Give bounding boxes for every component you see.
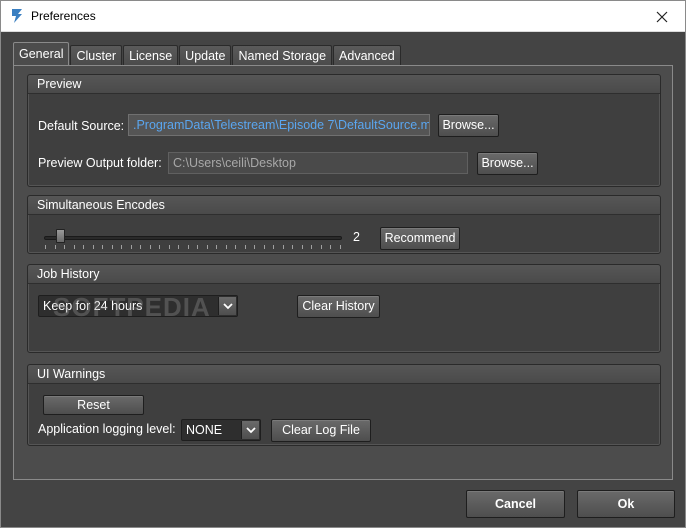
slider-tick	[83, 245, 84, 249]
general-tab-panel: Preview Default Source: .ProgramData\Tel…	[13, 65, 673, 480]
close-button[interactable]	[639, 1, 685, 32]
tab-bar: General Cluster License Update Named Sto…	[13, 42, 402, 66]
job-history-dropdown[interactable]: Keep for 24 hours	[38, 295, 238, 317]
encodes-slider-thumb[interactable]	[56, 229, 65, 243]
slider-tick	[235, 245, 236, 249]
slider-tick	[64, 245, 65, 249]
slider-tick	[330, 245, 331, 249]
slider-tick	[225, 245, 227, 249]
dialog-body: General Cluster License Update Named Sto…	[1, 32, 685, 527]
clear-history-button[interactable]: Clear History	[297, 295, 380, 318]
default-source-field[interactable]: .ProgramData\Telestream\Episode 7\Defaul…	[128, 114, 430, 136]
slider-tick	[121, 245, 122, 249]
preview-header: Preview	[28, 75, 660, 94]
slider-tick	[178, 245, 179, 249]
chevron-down-icon	[218, 297, 236, 315]
slider-tick	[92, 245, 94, 249]
logging-level-label: Application logging level:	[38, 422, 176, 436]
tab-general[interactable]: General	[13, 42, 70, 66]
slider-tick	[187, 245, 189, 249]
encodes-slider-ticks	[45, 245, 343, 249]
slider-tick	[216, 245, 217, 249]
job-history-selected: Keep for 24 hours	[43, 299, 143, 313]
slider-tick	[273, 245, 274, 249]
logging-level-selected: NONE	[186, 423, 223, 437]
slider-tick	[292, 245, 293, 249]
ui-warnings-header: UI Warnings	[28, 365, 660, 384]
tab-advanced[interactable]: Advanced	[333, 45, 401, 66]
simultaneous-encodes-header: Simultaneous Encodes	[28, 196, 660, 215]
slider-tick	[140, 245, 141, 249]
slider-tick	[102, 245, 103, 249]
slider-tick	[73, 245, 75, 249]
simultaneous-encodes-group: Simultaneous Encodes 2 Recommend	[27, 195, 661, 254]
preview-output-browse-button[interactable]: Browse...	[477, 152, 538, 175]
logging-level-dropdown[interactable]: NONE	[181, 419, 261, 441]
encodes-slider-track[interactable]	[44, 236, 342, 240]
title-bar: Preferences	[1, 1, 685, 32]
slider-tick	[149, 245, 151, 249]
slider-tick	[311, 245, 312, 249]
slider-tick	[197, 245, 198, 249]
default-source-value: .ProgramData\Telestream\Episode 7\Defaul…	[133, 118, 430, 132]
job-history-header: Job History	[28, 265, 660, 284]
clear-log-file-button[interactable]: Clear Log File	[271, 419, 371, 442]
window-title: Preferences	[31, 9, 96, 23]
slider-tick	[206, 245, 208, 249]
tab-named-storage[interactable]: Named Storage	[232, 45, 333, 66]
preview-output-folder-field[interactable]: C:\Users\ceili\Desktop	[168, 152, 468, 174]
encodes-value: 2	[353, 230, 360, 244]
preview-output-folder-label: Preview Output folder:	[38, 156, 162, 170]
tab-license[interactable]: License	[123, 45, 179, 66]
slider-tick	[320, 245, 322, 249]
tab-cluster[interactable]: Cluster	[70, 45, 123, 66]
ui-warnings-group: UI Warnings Reset Application logging le…	[27, 364, 661, 446]
slider-tick	[254, 245, 255, 249]
ok-button[interactable]: Ok	[577, 490, 675, 518]
slider-tick	[244, 245, 246, 249]
default-source-browse-button[interactable]: Browse...	[438, 114, 499, 137]
telestream-app-icon	[12, 9, 22, 23]
slider-tick	[339, 245, 341, 249]
slider-tick	[282, 245, 284, 249]
slider-tick	[263, 245, 265, 249]
slider-tick	[54, 245, 56, 249]
reset-button[interactable]: Reset	[43, 395, 144, 415]
tab-update[interactable]: Update	[179, 45, 232, 66]
cancel-button[interactable]: Cancel	[466, 490, 565, 518]
slider-tick	[168, 245, 170, 249]
slider-tick	[301, 245, 303, 249]
slider-tick	[159, 245, 160, 249]
chevron-down-icon	[241, 421, 259, 439]
slider-tick	[45, 245, 46, 249]
preview-group: Preview Default Source: .ProgramData\Tel…	[27, 74, 661, 187]
default-source-label: Default Source:	[38, 119, 125, 133]
close-icon	[656, 11, 668, 22]
recommend-button[interactable]: Recommend	[380, 227, 460, 250]
job-history-group: Job History Keep for 24 hours Clear Hist…	[27, 264, 661, 353]
slider-tick	[111, 245, 113, 249]
preferences-window: Preferences General Cluster License Upda…	[0, 0, 686, 528]
slider-tick	[130, 245, 132, 249]
